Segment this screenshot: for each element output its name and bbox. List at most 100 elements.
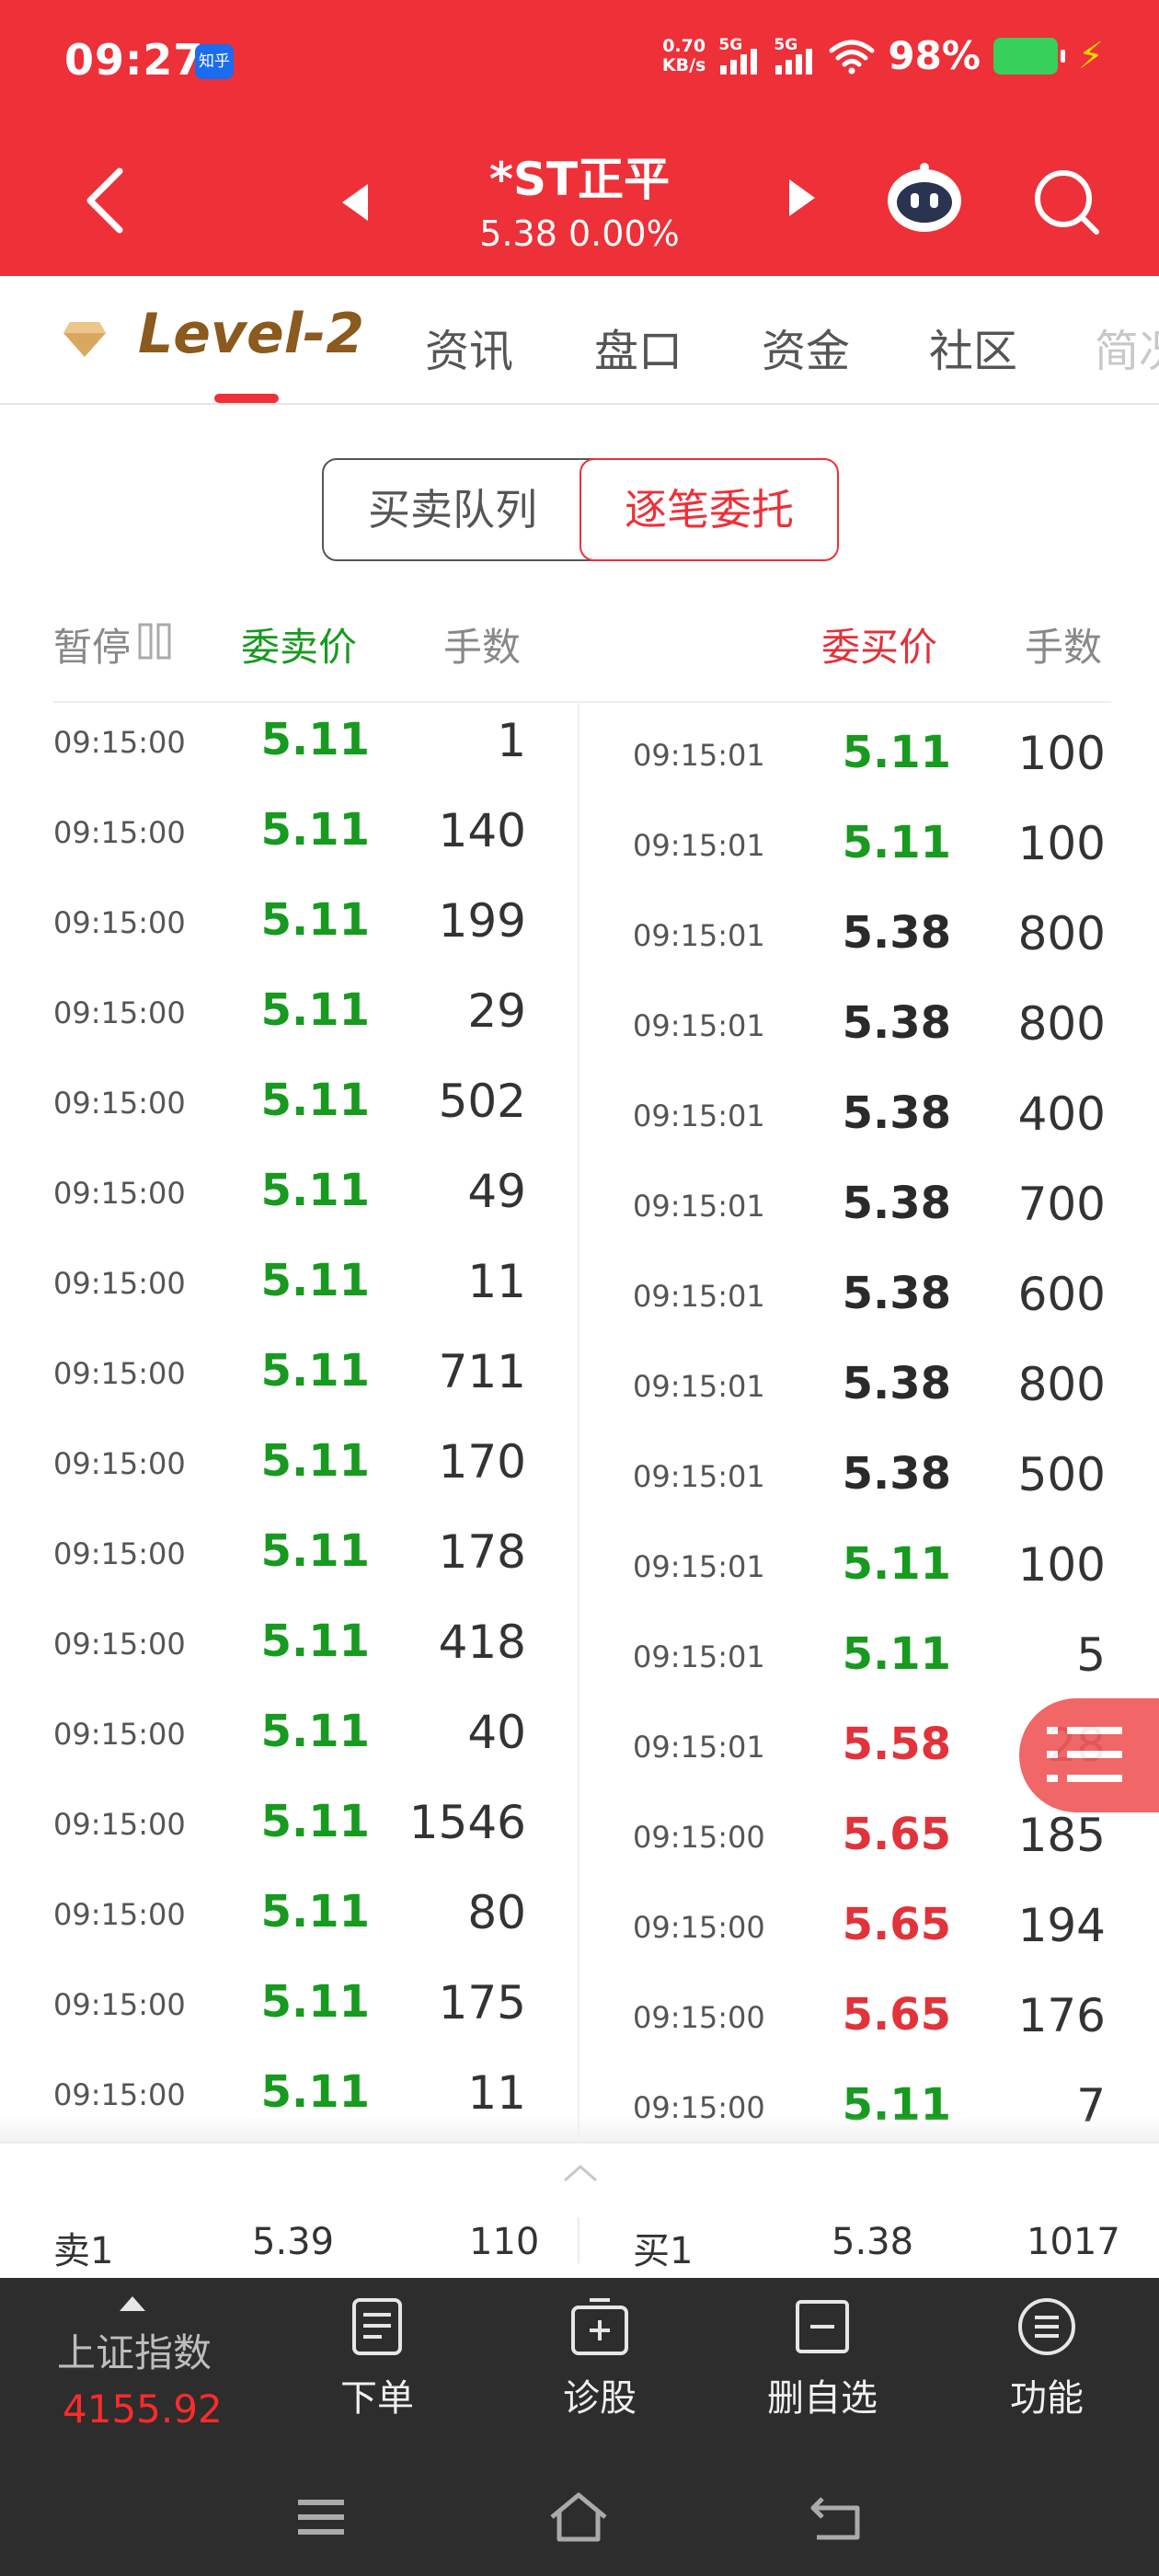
order-quantity: 194 <box>1017 1899 1106 1952</box>
buy-order-row[interactable]: 09:15:01 5.38 700 <box>0 1161 1159 1251</box>
buy1-label: 买1 <box>633 2230 694 2272</box>
order-time: 09:15:00 <box>633 1820 765 1855</box>
sell1-label: 卖1 <box>53 2230 114 2272</box>
order-price: 5.11 <box>842 817 951 868</box>
buy-order-row[interactable]: 09:15:01 5.38 600 <box>0 1251 1159 1341</box>
order-price: 5.38 <box>842 1358 951 1409</box>
tab-level2[interactable]: Level-2 <box>138 302 364 366</box>
zhihu-app-icon: 知乎 <box>195 44 234 79</box>
buy-order-row[interactable]: 09:15:015.5828 <box>0 1702 1159 1792</box>
sell-qty-header: 手数 <box>443 625 522 670</box>
signal-icon: 5G <box>774 36 816 75</box>
summary-divider <box>578 2217 580 2263</box>
buy-order-row[interactable]: 09:15:01 5.38 800 <box>0 981 1159 1071</box>
order-price: 5.65 <box>842 1989 951 2041</box>
order-price: 5.65 <box>842 1899 951 1950</box>
order-price: 5.38 <box>842 1268 951 1319</box>
diamond-icon <box>63 322 106 357</box>
index-name[interactable]: 上证指数 <box>57 2322 212 2378</box>
pause-icon[interactable] <box>138 622 171 661</box>
buy-order-row[interactable]: 09:15:01 5.38 500 <box>0 1432 1159 1522</box>
order-icon <box>352 2298 402 2355</box>
best-bid-ask-summary[interactable]: 卖1 5.39 110 买1 5.38 1017 <box>0 2142 1159 2278</box>
tab-community[interactable]: 社区 <box>929 315 1017 379</box>
order-quantity: 800 <box>1017 1358 1106 1411</box>
menu-icon[interactable] <box>289 2490 353 2545</box>
buy-order-row[interactable]: 09:15:01 5.11 100 <box>0 800 1159 891</box>
order-price: 5.38 <box>842 997 951 1049</box>
tab-profile[interactable]: 简况 <box>1095 315 1159 379</box>
order-price: 5.11 <box>842 727 951 778</box>
functions-button[interactable]: 功能 <box>973 2296 1120 2421</box>
order-price: 5.11 <box>842 1538 951 1590</box>
remove-watchlist-label: 删自选 <box>767 2377 878 2420</box>
back-arrow-icon[interactable] <box>74 164 147 237</box>
stock-name: *ST正平 <box>488 153 671 206</box>
sell-price-header: 委卖价 <box>241 625 358 670</box>
next-stock-icon[interactable] <box>789 179 815 216</box>
robot-assistant-icon[interactable] <box>883 156 966 239</box>
order-quantity: 800 <box>1017 907 1106 960</box>
tab-news[interactable]: 资讯 <box>425 315 513 379</box>
buy-order-row[interactable]: 09:15:00 5.65 185 <box>0 1792 1159 1882</box>
buy-order-row[interactable]: 09:15:01 5.38 400 <box>0 1071 1159 1161</box>
signal-label: 5G <box>718 35 743 54</box>
segment-order-queue[interactable]: 买卖队列 <box>324 460 581 559</box>
home-icon[interactable] <box>546 2490 611 2545</box>
tab-order-book[interactable]: 盘口 <box>594 315 683 379</box>
buy-order-row[interactable]: 09:15:01 5.38 800 <box>0 1341 1159 1432</box>
battery-icon <box>993 37 1065 75</box>
diagnose-icon <box>571 2298 628 2355</box>
bottom-toolbar: 上证指数 4155.92 下单 诊股 删自选 功能 <box>0 2278 1159 2462</box>
order-price: 5.65 <box>842 1809 951 1860</box>
network-speed-value: 0.70 <box>662 35 706 56</box>
order-time: 09:15:01 <box>633 1189 765 1224</box>
diagnose-label: 诊股 <box>563 2377 637 2420</box>
order-time: 09:15:00 <box>633 2000 765 2035</box>
index-value[interactable]: 4155.92 <box>63 2386 223 2432</box>
list-fade <box>0 2116 1159 2144</box>
order-quantity: 100 <box>1017 1538 1106 1592</box>
order-price: 5.38 <box>842 1448 951 1500</box>
sell1-price: 5.39 <box>252 2221 335 2263</box>
back-icon[interactable] <box>806 2490 870 2545</box>
order-time: 09:15:01 <box>633 1730 765 1765</box>
buy-order-row[interactable]: 09:15:00 5.65 176 <box>0 1972 1159 2063</box>
buy-order-row[interactable]: 09:15:01 5.11 5 <box>0 1612 1159 1702</box>
order-time: 09:15:01 <box>633 828 765 863</box>
order-time: 09:15:01 <box>633 1549 765 1584</box>
order-quantity: 100 <box>1017 727 1106 780</box>
order-button[interactable]: 下单 <box>304 2296 451 2421</box>
buy-order-row[interactable]: 09:15:01 5.11 100 <box>0 1522 1159 1612</box>
stock-price-change: 5.38 0.00% <box>479 213 680 254</box>
list-menu-button[interactable] <box>1019 1698 1159 1812</box>
buy-order-row[interactable]: 09:15:01 5.11 100 <box>0 710 1159 800</box>
system-navigation-bar <box>0 2462 1159 2576</box>
order-price: 5.11 <box>842 1628 951 1680</box>
diagnose-stock-button[interactable]: 诊股 <box>526 2296 673 2421</box>
order-quantity: 600 <box>1017 1268 1106 1321</box>
remove-watchlist-button[interactable]: 删自选 <box>749 2296 896 2421</box>
order-time: 09:15:01 <box>633 1098 765 1133</box>
order-time: 09:15:01 <box>633 1639 765 1674</box>
buy-order-row[interactable]: 09:15:00 5.65 194 <box>0 1882 1159 1972</box>
pause-label[interactable]: 暂停 <box>53 616 131 673</box>
search-icon[interactable] <box>1030 166 1104 239</box>
sell1-qty: 110 <box>469 2221 540 2263</box>
view-mode-toggle: 买卖队列 逐笔委托 <box>322 458 839 561</box>
buy-order-row[interactable]: 09:15:01 5.38 800 <box>0 891 1159 981</box>
buy1-qty: 1017 <box>1027 2221 1120 2263</box>
signal-icon: 5G <box>718 35 761 75</box>
order-quantity: 176 <box>1017 1989 1106 2042</box>
status-time: 09:27 <box>64 35 204 85</box>
segment-tick-orders[interactable]: 逐笔委托 <box>580 458 839 561</box>
chevron-up-icon[interactable] <box>563 2164 598 2182</box>
order-time: 09:15:01 <box>633 1008 765 1043</box>
order-quantity: 5 <box>1076 1628 1106 1682</box>
expand-up-icon[interactable] <box>120 2296 145 2311</box>
buy-qty-header: 手数 <box>1025 625 1103 670</box>
tab-capital[interactable]: 资金 <box>762 315 850 379</box>
network-speed-unit: KB/s <box>661 54 706 75</box>
order-label: 下单 <box>340 2377 414 2420</box>
functions-label: 功能 <box>1010 2377 1084 2420</box>
